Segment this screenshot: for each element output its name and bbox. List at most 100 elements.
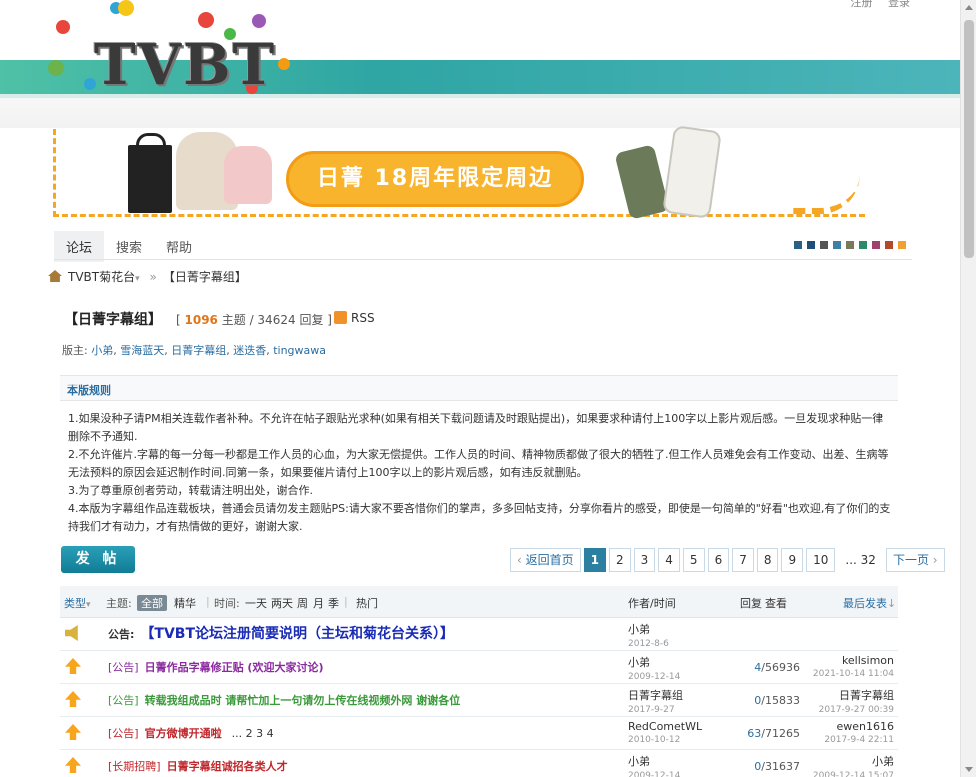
last-post-time[interactable]: 2017-9-4 22:11 xyxy=(824,735,894,745)
moderator-link[interactable]: 小弟 xyxy=(91,344,113,357)
color-swatch[interactable] xyxy=(872,241,880,249)
last-post-time[interactable]: 2021-10-14 11:04 xyxy=(813,669,894,679)
page-9[interactable]: 9 xyxy=(781,548,804,572)
color-swatch[interactable] xyxy=(820,241,828,249)
filter-month[interactable]: 月 xyxy=(313,595,324,611)
last-poster-link[interactable]: ewen1616 xyxy=(837,720,895,733)
color-swatch[interactable] xyxy=(846,241,854,249)
author-link[interactable]: 日菁字幕组 xyxy=(628,689,683,702)
last-post-time[interactable]: 2017-9-27 00:39 xyxy=(819,705,894,715)
thread-counts: 0/31637 xyxy=(720,760,800,773)
color-swatch[interactable] xyxy=(833,241,841,249)
thread-counts: 63/71265 xyxy=(720,727,800,740)
page-1[interactable]: 1 xyxy=(583,548,606,572)
page-5[interactable]: 5 xyxy=(682,548,705,572)
scroll-down-icon[interactable] xyxy=(965,767,973,772)
type-filter[interactable]: 类型▾ xyxy=(64,595,91,611)
color-swatch[interactable] xyxy=(794,241,802,249)
thread-tag[interactable]: [公告] xyxy=(108,727,139,740)
filter-one-day[interactable]: 一天 xyxy=(245,595,267,611)
thread-row[interactable]: 公告: 【TVBT论坛注册简要说明（主坛和菊花台关系）】 小弟 2012-8-6 xyxy=(60,618,898,651)
next-page-button[interactable]: 下一页 › xyxy=(885,548,945,572)
reply-header[interactable]: 回复 xyxy=(740,595,762,611)
thread-tag[interactable]: [长期招聘] xyxy=(108,760,161,773)
author-link[interactable]: 小弟 xyxy=(628,755,650,768)
thread-row[interactable]: [公告] 转载我组成品时 请帮忙加上一句请勿上传在线视频外网 谢谢各位 日菁字幕组 2… xyxy=(60,684,898,717)
thread-pages[interactable]: ... 2 3 4 xyxy=(232,727,274,740)
page-10[interactable]: 10 xyxy=(806,548,836,572)
view-header[interactable]: 查看 xyxy=(765,595,787,611)
last-post-time[interactable]: 2009-12-14 15:07 xyxy=(813,771,894,777)
color-swatch[interactable] xyxy=(859,241,867,249)
color-swatch[interactable] xyxy=(885,241,893,249)
color-swatch[interactable] xyxy=(807,241,815,249)
last-poster-link[interactable]: kellsimon xyxy=(842,654,894,667)
thread-title-cell: [公告] 转载我组成品时 请帮忙加上一句请勿上传在线视频外网 谢谢各位 xyxy=(108,692,460,708)
last-poster-link[interactable]: 日菁字幕组 xyxy=(839,689,894,702)
scrollbar[interactable] xyxy=(960,0,976,777)
main-nav: 论坛 搜索 帮助 xyxy=(54,231,204,262)
tab-forum[interactable]: 论坛 xyxy=(54,231,105,262)
replies-label: 回复 xyxy=(299,313,324,327)
filter-all[interactable]: 全部 xyxy=(137,595,167,611)
breadcrumb: TVBT菊花台▾ » 【日菁字幕组】 xyxy=(48,268,247,285)
thread-row[interactable]: [公告] 官方微博开通啦 ... 2 3 4 RedCometWL 2010-10-12… xyxy=(60,717,898,750)
last-poster-link[interactable]: 小弟 xyxy=(872,755,894,768)
thread-title-link[interactable]: 转载我组成品时 请帮忙加上一句请勿上传在线视频外网 谢谢各位 xyxy=(145,694,461,707)
page-last[interactable]: ... 32 xyxy=(838,548,883,572)
thread-title-link[interactable]: 【TVBT论坛注册简要说明（主坛和菊花台关系）】 xyxy=(140,626,454,642)
new-post-button[interactable]: 发 帖 xyxy=(61,546,135,573)
moderator-link[interactable]: 雪海蓝天 xyxy=(120,344,164,357)
author-link[interactable]: 小弟 xyxy=(628,656,650,669)
rss-link[interactable]: RSS xyxy=(334,311,375,325)
page-7[interactable]: 7 xyxy=(732,548,754,572)
thread-row[interactable]: [长期招聘] 日菁字幕组诚招各类人才 小弟 2009-12-14 0/31637 小弟 20… xyxy=(60,750,898,777)
tab-help[interactable]: 帮助 xyxy=(154,231,204,262)
thread-title-link[interactable]: 日菁作品字幕修正贴 (欢迎大家讨论) xyxy=(145,661,324,674)
page-8[interactable]: 8 xyxy=(756,548,779,572)
page-2[interactable]: 2 xyxy=(609,548,631,572)
chevron-down-icon[interactable]: ▾ xyxy=(135,274,140,284)
filter-two-days[interactable]: 两天 xyxy=(271,595,293,611)
color-swatch[interactable] xyxy=(898,241,906,249)
thread-row[interactable]: [公告] 日菁作品字幕修正贴 (欢迎大家讨论) 小弟 2009-12-14 4/5693… xyxy=(60,651,898,684)
register-link[interactable]: 注册 xyxy=(851,0,873,9)
chevron-down-icon: ▾ xyxy=(86,600,91,610)
prev-page-button[interactable]: ‹ 返回首页 xyxy=(510,548,581,572)
page-3[interactable]: 3 xyxy=(633,548,656,572)
author-time-header[interactable]: 作者/时间 xyxy=(628,595,676,611)
breadcrumb-home[interactable]: TVBT菊花台 xyxy=(68,270,135,284)
last-post-header[interactable]: 最后发表↓ xyxy=(843,595,896,611)
filter-season[interactable]: 季 xyxy=(328,595,339,611)
hoodie-image xyxy=(224,146,272,204)
filter-week[interactable]: 周 xyxy=(297,595,308,611)
site-logo[interactable]: TVBT xyxy=(48,0,308,102)
speaker-icon xyxy=(65,625,78,641)
filter-hot[interactable]: 热门 xyxy=(356,595,378,611)
thread-title-link[interactable]: 日菁字幕组诚招各类人才 xyxy=(167,760,288,773)
thread-tag[interactable]: [公告] xyxy=(108,661,139,674)
collapse-icon[interactable]: — xyxy=(67,378,892,391)
filter-digest[interactable]: 精华 xyxy=(174,595,196,611)
author-link[interactable]: 小弟 xyxy=(628,623,650,636)
rss-icon xyxy=(334,311,347,324)
breadcrumb-current[interactable]: 【日菁字幕组】 xyxy=(163,270,247,284)
scrollbar-thumb[interactable] xyxy=(964,20,974,258)
banner-text[interactable]: 日菁 18周年限定周边 xyxy=(286,151,584,207)
scroll-up-icon[interactable] xyxy=(965,5,973,10)
thread-tag[interactable]: 公告: xyxy=(108,628,134,641)
thread-title-link[interactable]: 官方微博开通啦 xyxy=(145,727,222,740)
moderator-link[interactable]: 日菁字幕组 xyxy=(171,344,226,357)
page-6[interactable]: 6 xyxy=(707,548,730,572)
moderator-link[interactable]: 迷迭香 xyxy=(233,344,266,357)
page-4[interactable]: 4 xyxy=(658,548,680,572)
type-filter-label: 类型 xyxy=(64,597,86,610)
login-link[interactable]: 登录 xyxy=(888,0,910,9)
author-link[interactable]: RedCometWL xyxy=(628,720,702,733)
rules-header[interactable]: 本版规则 — xyxy=(60,375,898,401)
forum-stats: [ 1096 主题 / 34624 回复 ] xyxy=(176,313,332,327)
home-icon[interactable] xyxy=(48,270,62,282)
tab-search[interactable]: 搜索 xyxy=(104,231,154,262)
moderator-link[interactable]: tingwawa xyxy=(273,344,326,357)
thread-tag[interactable]: [公告] xyxy=(108,694,139,707)
